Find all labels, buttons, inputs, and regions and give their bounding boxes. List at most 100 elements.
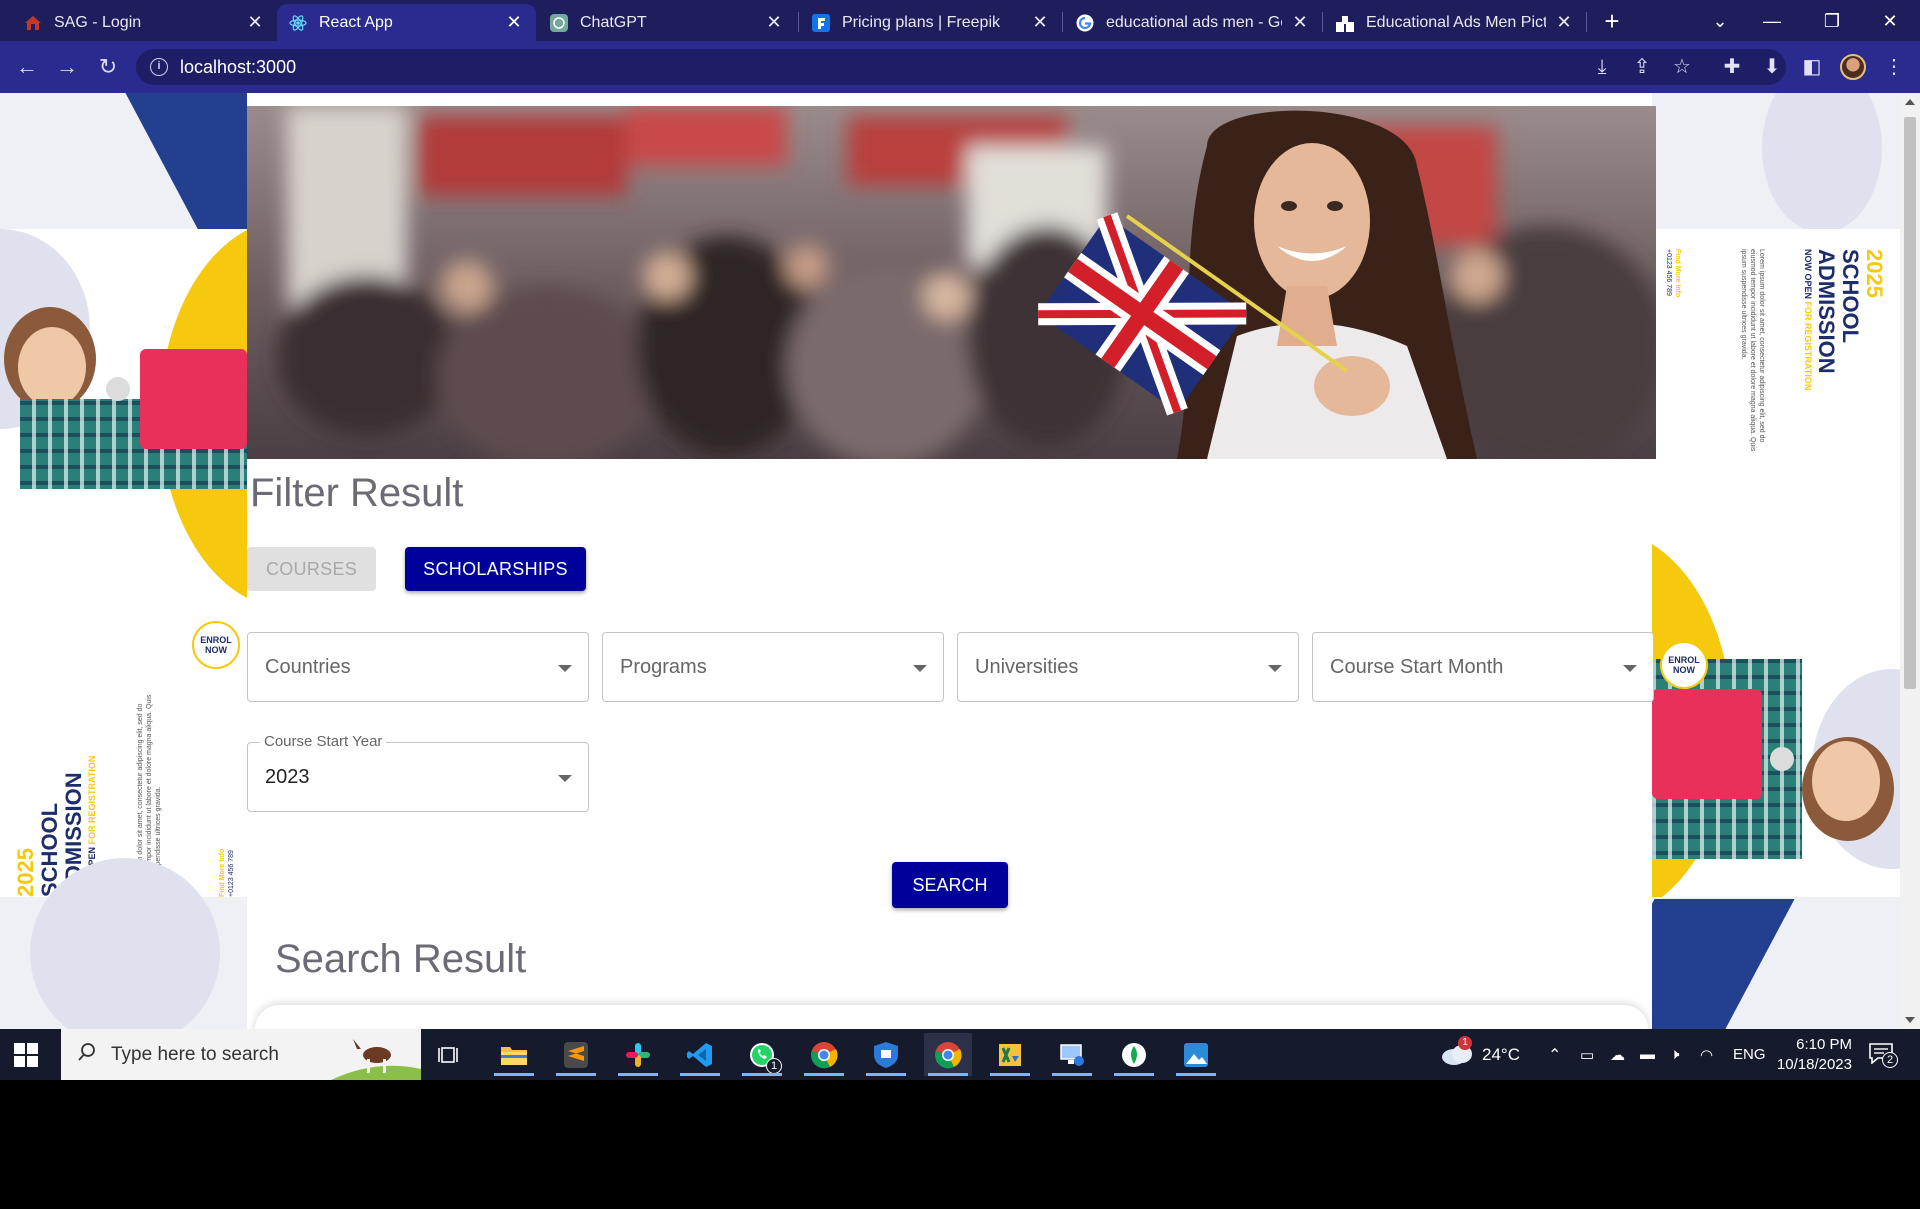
active-indicator <box>1176 1073 1216 1076</box>
close-window-button[interactable]: ✕ <box>1870 6 1910 36</box>
onedrive-cloud-icon[interactable]: ☁ <box>1610 1029 1625 1080</box>
close-tab-icon[interactable]: ✕ <box>504 12 524 33</box>
windows-start-icon[interactable] <box>14 1043 38 1067</box>
install-app-icon[interactable]: ⤓ <box>1588 53 1616 81</box>
course-start-month-select[interactable]: Course Start Month <box>1312 632 1654 702</box>
tab-sag-login[interactable]: SAG - Login ✕ <box>12 4 277 41</box>
profile-avatar[interactable] <box>1840 54 1866 80</box>
active-indicator <box>556 1073 596 1076</box>
reload-icon[interactable]: ↻ <box>93 52 123 82</box>
main-content: Filter Result COURSES SCHOLARSHIPS Count… <box>247 93 1656 1029</box>
countries-select-placeholder: Countries <box>265 655 351 678</box>
notifications-icon[interactable]: 2 <box>1868 1029 1898 1080</box>
tab-freepik[interactable]: Pricing plans | Freepik ✕ <box>800 4 1062 41</box>
dropdown-caret-icon <box>1623 665 1637 672</box>
tab-chatgpt[interactable]: ChatGPT ✕ <box>538 4 796 41</box>
battery-icon[interactable]: ▬ <box>1640 1029 1655 1080</box>
freepik-icon <box>812 13 830 32</box>
remote-desktop-icon[interactable] <box>1048 1033 1096 1076</box>
countries-select[interactable]: Countries <box>247 632 589 702</box>
close-tab-icon[interactable]: ✕ <box>1030 12 1050 33</box>
vscode-icon[interactable] <box>676 1033 724 1076</box>
taskbar-search-box[interactable]: Type here to search <box>61 1029 421 1080</box>
poster-headline-right: 2025 SCHOOL ADMISSION NOW OPEN FOR REGIS… <box>1802 249 1887 390</box>
courses-tab-button[interactable]: COURSES <box>247 547 376 591</box>
browser-menu-icon[interactable]: ⋮ <box>1880 53 1908 81</box>
active-indicator <box>804 1073 844 1076</box>
forward-arrow-icon[interactable]: → <box>52 52 82 82</box>
scholarships-tab-button[interactable]: SCHOLARSHIPS <box>405 547 586 591</box>
course-start-year-label: Course Start Year <box>260 733 387 750</box>
file-explorer-icon[interactable] <box>490 1033 538 1076</box>
extensions-puzzle-icon[interactable]: ✚ <box>1718 53 1746 81</box>
active-indicator <box>990 1073 1030 1076</box>
poster-line1: SCHOOL <box>37 802 62 897</box>
weather-widget[interactable]: 1 24°C <box>1440 1029 1520 1080</box>
input-language[interactable]: ENG <box>1733 1029 1766 1080</box>
close-tab-icon[interactable]: ✕ <box>764 12 784 33</box>
address-bar[interactable]: i localhost:3000 <box>136 49 1786 85</box>
show-hidden-icons-chevron-icon[interactable]: ⌃ <box>1548 1029 1561 1080</box>
scroll-up-arrow-icon[interactable] <box>1905 99 1915 105</box>
tab-react-app[interactable]: React App ✕ <box>277 4 536 41</box>
task-view-icon[interactable] <box>425 1033 473 1076</box>
universities-select[interactable]: Universities <box>957 632 1299 702</box>
dropdown-caret-icon <box>913 665 927 672</box>
back-arrow-icon[interactable]: ← <box>12 52 42 82</box>
programs-select[interactable]: Programs <box>602 632 944 702</box>
excel-sync-icon[interactable] <box>986 1033 1034 1076</box>
scrollbar-thumb[interactable] <box>1904 117 1916 689</box>
slack-icon[interactable] <box>614 1033 662 1076</box>
new-tab-button[interactable]: + <box>1597 6 1627 36</box>
tagline-part-b: FOR REGISTRATION <box>1803 301 1813 391</box>
sublime-text-icon[interactable] <box>552 1033 600 1076</box>
security-shield-icon[interactable] <box>862 1033 910 1076</box>
course-start-year-value: 2023 <box>265 765 310 788</box>
search-button[interactable]: SEARCH <box>892 862 1008 908</box>
student-photo <box>0 289 247 489</box>
close-tab-icon[interactable]: ✕ <box>245 12 265 33</box>
programs-select-placeholder: Programs <box>620 655 707 678</box>
maximize-button[interactable]: ❐ <box>1812 6 1852 36</box>
poster-lorem-2: eiusmod tempor incididunt ut labore et d… <box>1749 249 1756 452</box>
scroll-down-arrow-icon[interactable] <box>1905 1017 1915 1023</box>
taskbar-search-placeholder: Type here to search <box>111 1043 279 1065</box>
wifi-icon[interactable]: ◠ <box>1700 1029 1713 1080</box>
poster-tagline: NOW OPEN FOR REGISTRATION <box>1802 249 1814 390</box>
tab-title: educational ads men - Goo <box>1106 13 1282 31</box>
close-tab-icon[interactable]: ✕ <box>1554 12 1574 33</box>
page-scrollbar[interactable] <box>1900 93 1920 1029</box>
clock-date: 10/18/2023 <box>1776 1055 1852 1073</box>
enrol-text: ENROL NOW <box>200 635 232 655</box>
whatsapp-badge: 1 <box>766 1058 782 1074</box>
meet-now-icon[interactable]: ▭ <box>1580 1029 1594 1080</box>
photos-app-icon[interactable] <box>1172 1033 1220 1076</box>
mongodb-compass-icon[interactable] <box>1110 1033 1158 1076</box>
close-tab-icon[interactable]: ✕ <box>1290 12 1310 33</box>
course-start-year-select[interactable]: Course Start Year 2023 <box>247 733 589 812</box>
enrol-now-badge: ENROL NOW <box>192 621 240 669</box>
poster-year: 2025 <box>1862 249 1887 298</box>
minimize-button[interactable]: — <box>1752 6 1792 36</box>
tagline-part-b: FOR REGISTRATION <box>87 755 97 845</box>
share-icon[interactable]: ⇪ <box>1628 53 1656 81</box>
tab-title: Educational Ads Men Pictu <box>1366 13 1546 31</box>
tab-educational-ads[interactable]: Educational Ads Men Pictu ✕ <box>1324 4 1586 41</box>
tab-separator <box>1322 12 1323 32</box>
tab-search-chevron-icon[interactable]: ⌄ <box>1700 6 1740 36</box>
chrome-profile-icon[interactable] <box>800 1033 848 1076</box>
poster-line2: ADMISSION <box>1814 249 1839 374</box>
bookmark-star-icon[interactable]: ☆ <box>1668 53 1696 81</box>
downloads-icon[interactable]: ⬇ <box>1758 53 1786 81</box>
side-panel-icon[interactable]: ◧ <box>1798 53 1826 81</box>
active-indicator <box>742 1073 782 1076</box>
whatsapp-icon[interactable]: 1 <box>738 1033 786 1076</box>
clock[interactable]: 6:10 PM 10/18/2023 <box>1772 1029 1852 1080</box>
tab-google-search[interactable]: educational ads men - Goo ✕ <box>1064 4 1322 41</box>
chrome-active-icon[interactable] <box>924 1033 972 1076</box>
tab-title: ChatGPT <box>580 13 647 31</box>
site-info-icon[interactable]: i <box>150 58 168 76</box>
search-result-title: Search Result <box>275 937 527 981</box>
hero-banner-image <box>247 106 1656 459</box>
volume-muted-icon[interactable]: 🕨 <box>1670 1029 1679 1080</box>
